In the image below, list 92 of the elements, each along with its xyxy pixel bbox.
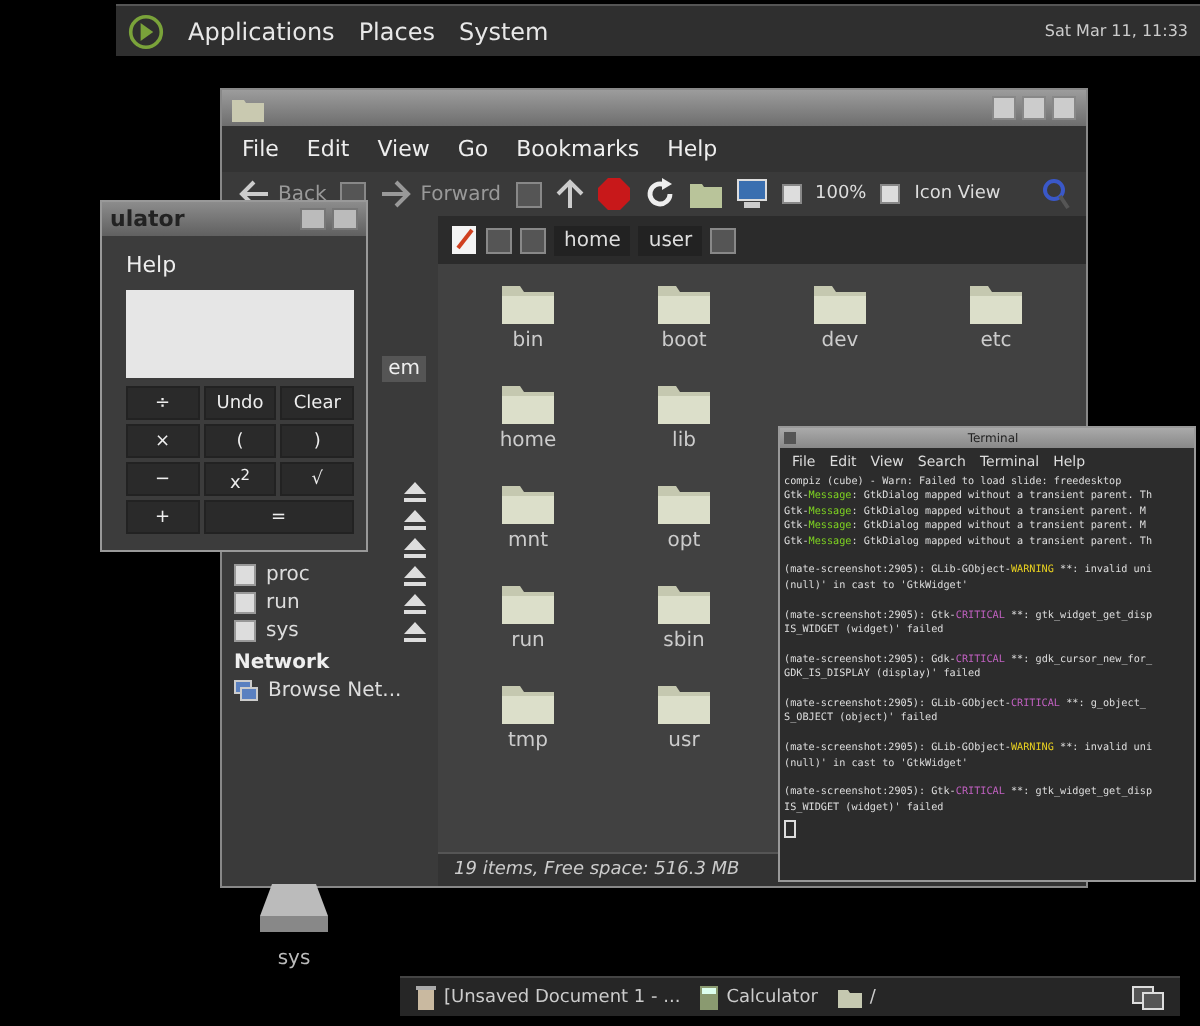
calculator-key[interactable]: = bbox=[203, 500, 354, 534]
up-arrow-icon[interactable] bbox=[555, 178, 583, 210]
right-arrow-icon bbox=[380, 180, 413, 208]
folder-item[interactable]: mnt bbox=[450, 480, 606, 552]
menu-item[interactable]: Bookmarks bbox=[516, 136, 640, 162]
trash-icon bbox=[416, 985, 436, 1009]
sidebar-item[interactable]: Browse Net... bbox=[268, 680, 402, 702]
computer-icon[interactable] bbox=[735, 178, 767, 210]
zoom-in-button[interactable] bbox=[880, 184, 901, 204]
forward-button[interactable]: Forward bbox=[380, 180, 501, 208]
folder-icon bbox=[502, 280, 554, 324]
sidebar-tab[interactable]: em bbox=[382, 356, 426, 382]
logo-icon[interactable] bbox=[128, 13, 164, 49]
screens-icon[interactable] bbox=[1132, 985, 1164, 1009]
window-title: ulator bbox=[110, 206, 185, 232]
sidebar-item[interactable]: run bbox=[266, 592, 300, 614]
folder-item[interactable]: usr bbox=[606, 680, 762, 752]
zoom-level: 100% bbox=[815, 184, 867, 204]
folder-item[interactable]: sbin bbox=[606, 580, 762, 652]
folder-item[interactable]: opt bbox=[606, 480, 762, 552]
calculator-key[interactable]: ) bbox=[280, 424, 354, 458]
menu-item[interactable]: Help bbox=[667, 136, 718, 162]
eject-icon[interactable] bbox=[404, 565, 426, 585]
clock: Sat Mar 11, 11:33 bbox=[1044, 22, 1188, 40]
eject-icon[interactable] bbox=[404, 509, 426, 529]
folder-icon bbox=[814, 280, 866, 324]
menu-item[interactable]: File bbox=[242, 136, 279, 162]
text-cursor bbox=[784, 820, 796, 839]
folder-item[interactable]: run bbox=[450, 580, 606, 652]
drive-icon bbox=[234, 564, 256, 586]
folder-icon bbox=[502, 480, 554, 524]
calculator-key[interactable]: ÷ bbox=[126, 386, 200, 420]
path-scroll-button[interactable] bbox=[486, 227, 512, 253]
menu-item[interactable]: Help bbox=[126, 252, 177, 278]
menu-item[interactable]: Edit bbox=[306, 136, 350, 162]
folder-icon bbox=[658, 280, 710, 324]
folder-icon bbox=[658, 480, 710, 524]
zoom-out-button[interactable] bbox=[781, 184, 801, 204]
eject-icon[interactable] bbox=[404, 537, 426, 557]
dropdown-button[interactable] bbox=[515, 181, 541, 207]
calculator-key[interactable]: × bbox=[126, 424, 200, 458]
folder-item[interactable]: lib bbox=[606, 380, 762, 452]
menu-item[interactable]: Go bbox=[457, 136, 489, 162]
eject-icon[interactable] bbox=[404, 621, 426, 641]
calculator-key[interactable]: − bbox=[126, 462, 200, 496]
folder-item[interactable]: boot bbox=[606, 280, 762, 352]
folder-icon bbox=[658, 380, 710, 424]
folder-icon bbox=[658, 580, 710, 624]
folder-icon bbox=[502, 680, 554, 724]
sidebar-section-header: Network bbox=[234, 652, 332, 674]
home-folder-icon[interactable] bbox=[689, 180, 721, 208]
panel-menu[interactable]: System bbox=[458, 17, 549, 45]
calculator-key[interactable]: x$^{2}$ bbox=[203, 462, 277, 496]
folder-icon bbox=[970, 280, 1022, 324]
folder-item[interactable]: dev bbox=[762, 280, 918, 352]
sidebar-item[interactable]: sys bbox=[266, 620, 299, 642]
drive-icon bbox=[234, 592, 256, 614]
root-path-button[interactable] bbox=[520, 227, 546, 253]
folder-icon bbox=[502, 380, 554, 424]
folder-icon bbox=[232, 95, 264, 121]
view-mode-selector[interactable]: Icon View bbox=[914, 184, 1001, 204]
calculator-key[interactable]: √ bbox=[280, 462, 354, 496]
drive-icon bbox=[234, 620, 256, 642]
calculator-key[interactable]: Undo bbox=[203, 386, 277, 420]
eject-icon[interactable] bbox=[404, 593, 426, 613]
calculator-key[interactable]: + bbox=[126, 500, 200, 534]
folder-item[interactable]: etc bbox=[918, 280, 1074, 352]
reload-icon[interactable] bbox=[643, 178, 675, 210]
edit-icon[interactable] bbox=[450, 224, 478, 256]
eject-icon[interactable] bbox=[404, 481, 426, 501]
folder-item[interactable]: bin bbox=[450, 280, 606, 352]
folder-icon bbox=[837, 987, 862, 1007]
taskbar-button[interactable]: [Unsaved Document 1 - ... bbox=[416, 985, 681, 1009]
path-scroll-button[interactable] bbox=[710, 227, 737, 253]
folder-icon bbox=[502, 580, 554, 624]
path-button[interactable]: user bbox=[638, 225, 703, 255]
taskbar-button[interactable]: Calculator bbox=[700, 985, 818, 1009]
folder-item[interactable]: home bbox=[450, 380, 606, 452]
folder-icon bbox=[658, 680, 710, 724]
panel-menu[interactable]: Places bbox=[358, 17, 435, 45]
path-button[interactable]: home bbox=[554, 225, 631, 255]
sidebar-item[interactable]: proc bbox=[266, 564, 310, 586]
menu-item[interactable]: View bbox=[377, 136, 430, 162]
panel-menu[interactable]: Applications bbox=[188, 17, 335, 45]
calculator-icon bbox=[700, 985, 719, 1009]
folder-item[interactable]: tmp bbox=[450, 680, 606, 752]
calculator-key[interactable]: Clear bbox=[280, 386, 354, 420]
back-button[interactable]: Back bbox=[238, 180, 327, 208]
network-icon bbox=[234, 680, 258, 702]
calculator-key[interactable]: ( bbox=[203, 424, 277, 458]
desktop-icon[interactable]: sys bbox=[260, 884, 328, 970]
taskbar-button[interactable]: / bbox=[837, 987, 876, 1007]
